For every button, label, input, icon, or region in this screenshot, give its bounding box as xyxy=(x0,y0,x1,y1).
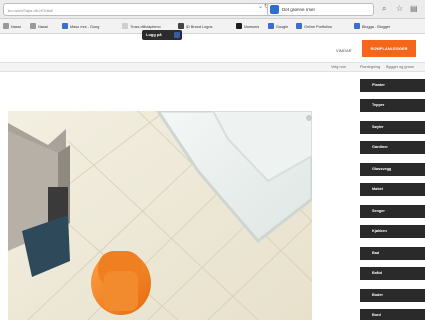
google-search-icon xyxy=(270,5,279,14)
armchair-seat xyxy=(104,271,138,311)
login-button[interactable]: Logg på xyxy=(142,30,182,40)
nav-item[interactable]: VIMDAR xyxy=(336,48,352,53)
subnav-item[interactable]: Bygger og grunn xyxy=(386,65,414,69)
bookmark-list-icon[interactable]: ▤ xyxy=(410,4,418,14)
bookmark-icon xyxy=(354,23,360,29)
bookmark-item[interactable]: Nasai xyxy=(3,23,21,31)
bookmark-icon xyxy=(296,23,302,29)
subnav-item[interactable]: Plantegning xyxy=(360,65,380,69)
bookmark-item[interactable]: Google xyxy=(268,23,288,31)
bookmark-item[interactable]: Nasai xyxy=(30,23,48,31)
sidebar-item-bad[interactable]: Bad xyxy=(360,247,425,260)
bookmark-item[interactable]: Nomums xyxy=(236,23,259,31)
sidebar-item-tepper[interactable]: Tepper xyxy=(360,99,425,112)
address-bar[interactable]: bo.no/rb/Taps-nb-HOdbd/ xyxy=(3,3,280,16)
bookmark-icon xyxy=(30,23,36,29)
browser-toolbar: bo.no/rb/Taps-nb-HOdbd/ ⌄ ↻ Det grønne r… xyxy=(0,0,425,19)
bookmark-icon xyxy=(178,23,184,29)
login-label: Logg på xyxy=(146,32,162,37)
star-icon[interactable]: ☆ xyxy=(396,4,403,14)
sidebar-item-glassvegg[interactable]: Glassvegg xyxy=(360,163,425,176)
bookmark-icon xyxy=(62,23,68,29)
facebook-icon xyxy=(174,32,180,38)
room-3d-view[interactable] xyxy=(8,111,312,320)
room-scene-graphic xyxy=(8,111,312,320)
bookmarks-bar: Nasai Nasai Maso mrs - Gong Tross offici… xyxy=(0,19,425,34)
dropdown-icon[interactable]: ⌄ xyxy=(258,3,263,10)
sidebar-item-bratd[interactable]: Bråtd xyxy=(360,267,425,280)
bookmark-item[interactable]: ID Brand Logos xyxy=(178,23,212,31)
subnav-item[interactable]: Velg rom xyxy=(331,65,346,69)
sidebar-item-planter[interactable]: Planter xyxy=(360,79,425,92)
bookmark-icon xyxy=(268,23,274,29)
sidebar-item-mobel[interactable]: Møbel xyxy=(360,183,425,196)
bookmark-icon xyxy=(3,23,9,29)
search-icon[interactable]: ⌕ xyxy=(382,4,386,14)
sidebar-item-boder[interactable]: Boder xyxy=(360,289,425,302)
sidebar-item-gardiner[interactable]: Gardiner xyxy=(360,141,425,154)
sidebar-item-soyler[interactable]: Søyler xyxy=(360,121,425,134)
sidebar-item-senger[interactable]: Senger xyxy=(360,205,425,218)
search-field[interactable]: Det grønne rrser xyxy=(267,3,374,16)
sidebar-item-kjokken[interactable]: Kjøkken xyxy=(360,225,425,238)
bookmark-item[interactable]: Online Portfolios xyxy=(296,23,332,31)
bookmark-icon xyxy=(236,23,242,29)
category-sidebar: Planter Tepper Søyler Gardiner Glassvegg… xyxy=(360,76,425,320)
sub-navigation: Velg rom Plantegning Bygger og grunn xyxy=(0,62,425,72)
bookmark-icon xyxy=(122,23,128,29)
bookmark-item[interactable]: Blogga - Blogger xyxy=(354,23,390,31)
bookmark-item[interactable]: Maso mrs - Gong xyxy=(62,23,99,31)
sidebar-item-bord[interactable]: Bord xyxy=(360,309,425,320)
handle-icon xyxy=(306,115,312,121)
nav-item-active[interactable]: ROMPLANLEGGER xyxy=(362,40,416,57)
